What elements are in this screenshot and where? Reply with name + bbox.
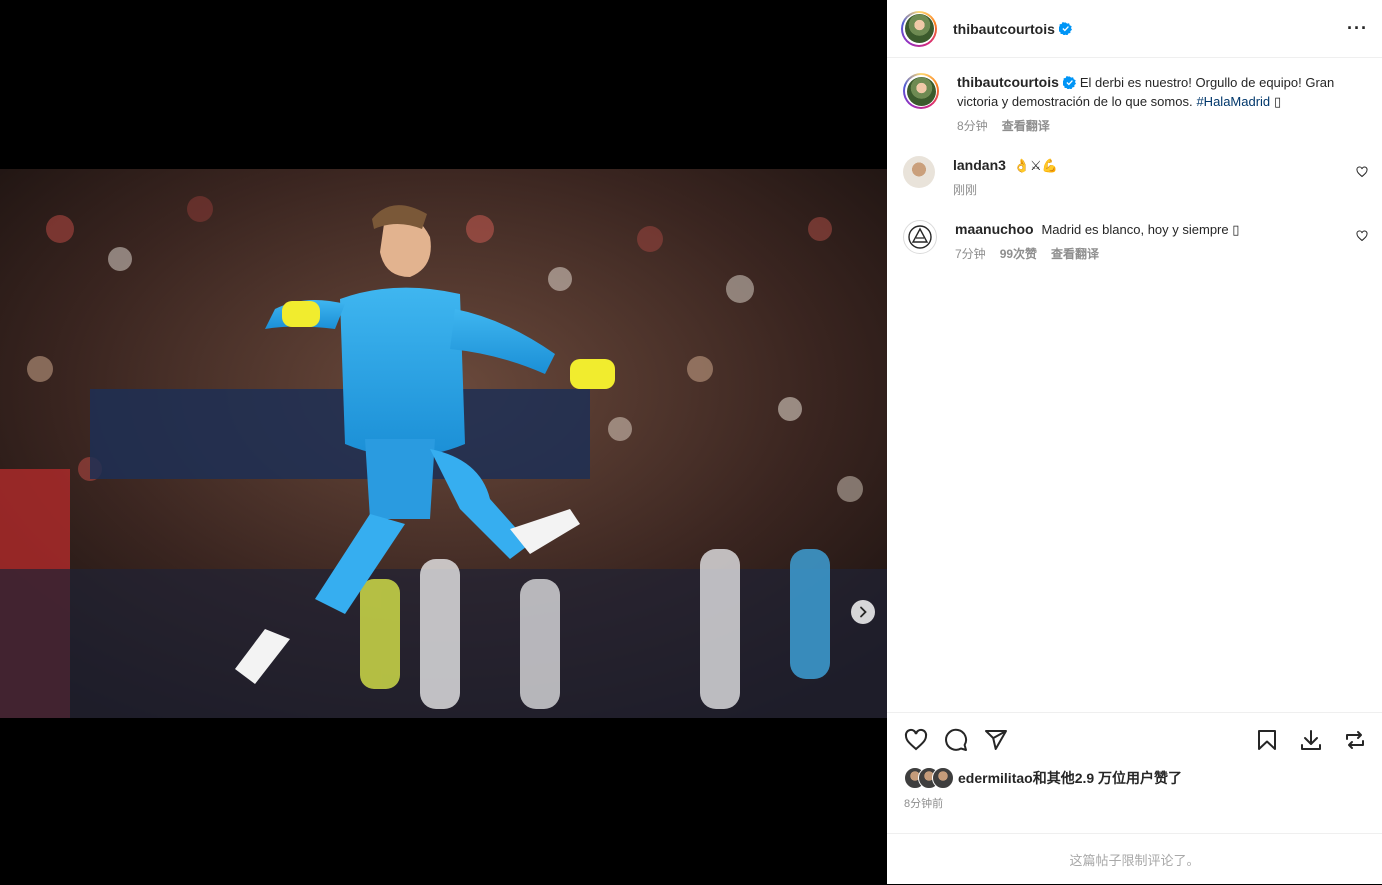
verified-badge-icon (1062, 76, 1076, 89)
comment-time: 刚刚 (953, 183, 978, 197)
share-send-icon[interactable] (983, 727, 1009, 753)
post-header: thibautcourtois ··· (887, 0, 1382, 58)
comment-text: Madrid es blanco, hoy y siempre ▯ (1041, 222, 1240, 237)
comment-username[interactable]: maanuchoo (955, 221, 1034, 237)
see-translation-button[interactable]: 查看翻译 (1002, 117, 1050, 136)
comment-time: 7分钟 (955, 247, 986, 261)
like-comment-heart-icon[interactable] (1356, 230, 1368, 242)
caption-time: 8分钟 (957, 119, 988, 133)
see-translation-button[interactable]: 查看翻译 (1051, 245, 1099, 264)
verified-badge-icon (1058, 22, 1072, 35)
comment-item: landan3 👌⚔💪 刚刚 (887, 136, 1382, 200)
more-options-icon[interactable]: ··· (1347, 18, 1368, 39)
goalkeeper-celebration-image (0, 169, 887, 718)
post-actions: edermilitao 和其他2.9 万位用户赞了 8分钟前 (887, 712, 1382, 811)
author-username[interactable]: thibautcourtois (953, 21, 1055, 37)
like-heart-icon[interactable] (903, 727, 929, 753)
comments-limited-notice: 这篇帖子限制评论了。 (887, 833, 1382, 885)
liker-username[interactable]: edermilitao (958, 770, 1033, 786)
comment-icon[interactable] (943, 727, 969, 753)
download-icon[interactable] (1298, 727, 1324, 753)
liker-avatars (904, 767, 954, 789)
caption-emoji: ▯ (1274, 94, 1282, 109)
caption-avatar[interactable] (903, 73, 939, 109)
post-timestamp: 8分钟前 (904, 798, 944, 810)
caption-username[interactable]: thibautcourtois (957, 74, 1059, 90)
comments-list: thibautcourtois El derbi es nuestro! Org… (887, 59, 1382, 712)
repost-icon[interactable] (1342, 727, 1368, 753)
comment-item: maanuchoo Madrid es blanco, hoy y siempr… (887, 200, 1382, 264)
post-side-panel: thibautcourtois ··· thibautcourtois El d… (887, 0, 1382, 884)
comment-username[interactable]: landan3 (953, 157, 1006, 173)
commenter-avatar[interactable] (903, 156, 935, 188)
post-photo (0, 169, 887, 718)
like-comment-heart-icon[interactable] (1356, 166, 1368, 178)
comment-text: 👌⚔💪 (1013, 158, 1058, 173)
likes-count-text[interactable]: 和其他2.9 万位用户赞了 (1033, 768, 1182, 788)
author-avatar[interactable] (901, 10, 937, 47)
hashtag-link[interactable]: #HalaMadrid (1196, 94, 1270, 109)
next-slide-button[interactable] (851, 600, 875, 624)
caption: thibautcourtois El derbi es nuestro! Org… (887, 59, 1382, 136)
media-pane (0, 0, 887, 884)
chevron-right-icon (860, 606, 867, 618)
likes-summary[interactable]: edermilitao 和其他2.9 万位用户赞了 (887, 753, 1382, 789)
comment-likes-count[interactable]: 99次赞 (1000, 245, 1037, 264)
bookmark-icon[interactable] (1254, 727, 1280, 753)
commenter-avatar[interactable] (903, 220, 937, 254)
